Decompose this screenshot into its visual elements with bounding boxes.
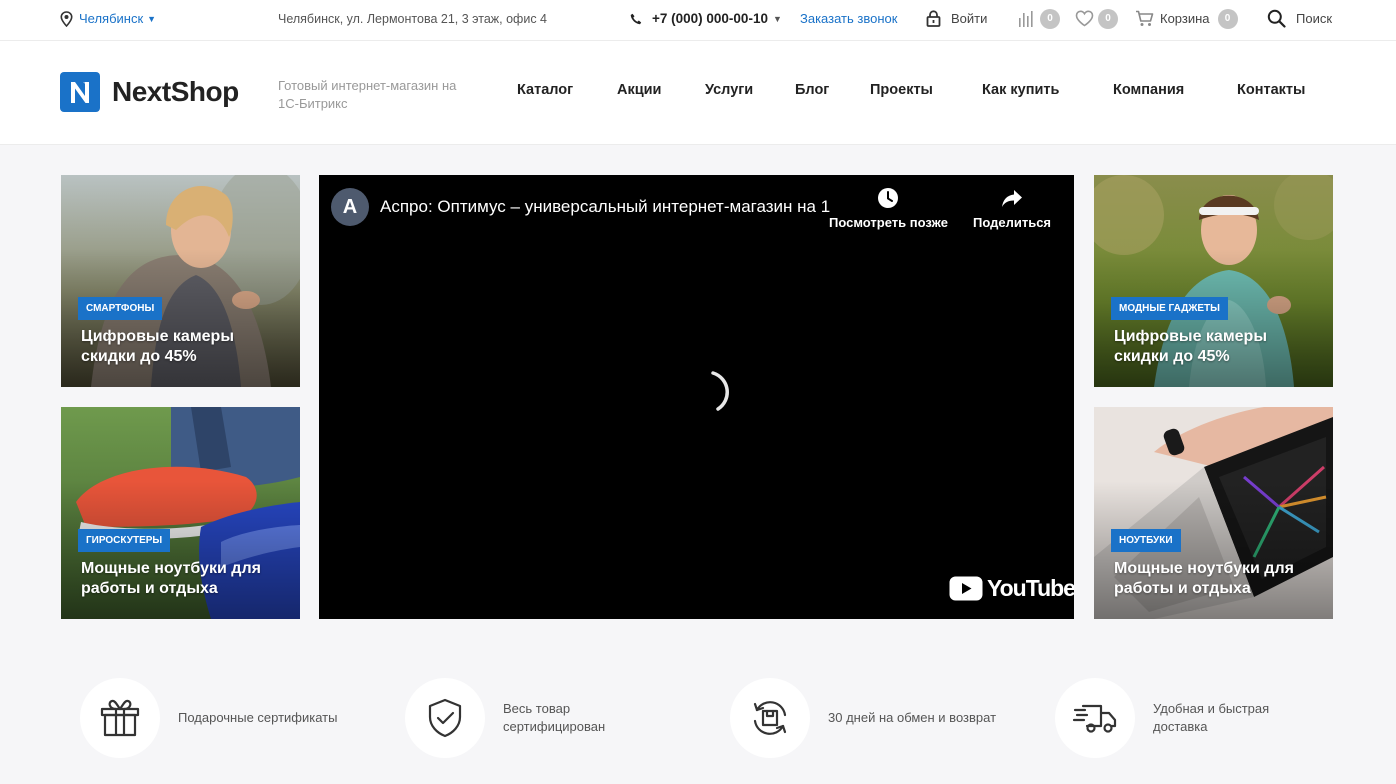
logo-mark-icon xyxy=(60,72,100,112)
phone-selector[interactable]: +7 (000) 000-00-10 ▼ xyxy=(630,0,782,37)
login-label: Войти xyxy=(951,11,988,26)
clock-icon xyxy=(878,188,899,208)
share-arrow-icon xyxy=(1002,190,1023,207)
search-button[interactable]: Поиск xyxy=(1267,0,1332,37)
compare-count-badge: 0 xyxy=(1040,8,1060,29)
nav-item-promotions[interactable]: Акции xyxy=(617,82,661,104)
share-button[interactable]: Поделиться xyxy=(973,187,1051,230)
feature-text: Весь товар сертифицирован xyxy=(503,701,606,734)
watch-later-label: Посмотреть позже xyxy=(829,215,948,230)
cart-button[interactable]: Корзина 0 xyxy=(1135,0,1238,37)
feature-text: 30 дней на обмен и возврат xyxy=(828,710,997,725)
channel-avatar[interactable]: A xyxy=(331,188,369,226)
cart-label: Корзина xyxy=(1160,11,1210,26)
banner-hoverboards[interactable]: ГИРОСКУТЕРЫ Мощные ноутбуки для работы и… xyxy=(61,407,300,619)
callback-link[interactable]: Заказать звонок xyxy=(800,0,897,37)
banner-fashion-gadgets[interactable]: МОДНЫЕ ГАДЖЕТЫ Цифровые камеры скидки до… xyxy=(1094,175,1333,387)
feature-exchange-return: 30 дней на обмен и возврат xyxy=(730,678,996,758)
store-address: Челябинск, ул. Лермонтова 21, 3 этаж, оф… xyxy=(278,11,547,26)
city-name: Челябинск xyxy=(79,11,144,26)
banner-smartphones[interactable]: СМАРТФОНЫ Цифровые камеры скидки до 45% xyxy=(61,175,300,387)
cart-icon xyxy=(1136,10,1154,26)
feature-certified-goods: Весь товар сертифицирован xyxy=(405,678,643,758)
youtube-logo[interactable]: YouTube xyxy=(949,575,1074,602)
loading-spinner-icon xyxy=(711,371,729,411)
nav-item-how-to-buy[interactable]: Как купить xyxy=(982,82,1059,104)
favorites-count-badge: 0 xyxy=(1098,8,1118,29)
nav-item-contacts[interactable]: Контакты xyxy=(1237,82,1305,104)
city-selector[interactable]: Челябинск ▼ xyxy=(60,0,156,37)
search-icon xyxy=(1267,9,1286,28)
chevron-down-icon: ▼ xyxy=(772,13,782,24)
search-label: Поиск xyxy=(1296,11,1333,26)
banner-category-tag: СМАРТФОНЫ xyxy=(78,297,163,320)
favorites-button[interactable]: 0 xyxy=(1075,0,1118,37)
banner-category-tag: ГИРОСКУТЕРЫ xyxy=(78,529,171,552)
nav-item-services[interactable]: Услуги xyxy=(705,82,753,104)
top-bar: Челябинск ▼ Челябинск, ул. Лермонтова 21… xyxy=(0,0,1396,41)
banner-category-tag: МОДНЫЕ ГАДЖЕТЫ xyxy=(1111,297,1228,320)
banner-caption: Мощные ноутбуки для работы и отдыха xyxy=(1114,560,1294,597)
banner-category-tag: НОУТБУКИ xyxy=(1111,529,1181,552)
feature-gift-certificates: Подарочные сертификаты xyxy=(80,678,337,758)
share-label: Поделиться xyxy=(973,215,1052,230)
lock-icon xyxy=(926,10,941,27)
cart-count-badge: 0 xyxy=(1217,8,1238,29)
exchange-icon xyxy=(753,701,787,735)
banner-laptops[interactable]: НОУТБУКИ Мощные ноутбуки для работы и от… xyxy=(1094,407,1333,619)
truck-icon xyxy=(1072,704,1117,733)
logo-text: NextShop xyxy=(112,76,239,107)
banner-caption: Цифровые камеры скидки до 45% xyxy=(1114,328,1267,365)
youtube-play-icon xyxy=(949,576,983,601)
heart-icon xyxy=(1075,10,1094,27)
feature-text: Удобная и быстрая доставка xyxy=(1153,701,1270,734)
video-title[interactable]: Аспро: Оптимус – универсальный интернет-… xyxy=(380,197,830,217)
nav-item-company[interactable]: Компания xyxy=(1113,82,1184,104)
phone-icon xyxy=(630,13,642,24)
feature-fast-delivery: Удобная и быстрая доставка xyxy=(1055,678,1293,758)
main-header: NextShop Готовый интернет-магазин на 1С-… xyxy=(0,41,1396,145)
phone-number: +7 (000) 000-00-10 xyxy=(652,11,768,26)
banner-caption: Цифровые камеры скидки до 45% xyxy=(81,328,234,365)
site-slogan: Готовый интернет-магазин на 1С-Битрикс xyxy=(278,78,457,111)
chevron-down-icon: ▼ xyxy=(147,13,157,24)
site-logo[interactable]: NextShop xyxy=(60,72,239,112)
youtube-wordmark: YouTube xyxy=(987,575,1074,601)
watch-later-button[interactable]: Посмотреть позже xyxy=(829,187,948,230)
shield-check-icon xyxy=(428,698,462,738)
compare-button[interactable]: 0 xyxy=(1018,0,1060,37)
nav-item-projects[interactable]: Проекты xyxy=(870,82,933,104)
compare-bars-icon xyxy=(1019,10,1033,27)
feature-text: Подарочные сертификаты xyxy=(178,710,338,725)
login-link[interactable]: Войти xyxy=(926,0,987,37)
banner-caption: Мощные ноутбуки для работы и отдыха xyxy=(81,560,261,597)
youtube-video-player[interactable]: A Аспро: Оптимус – универсальный интерне… xyxy=(319,175,1074,619)
nav-item-catalog[interactable]: Каталог xyxy=(517,82,573,104)
gift-icon xyxy=(100,699,140,737)
location-pin-icon xyxy=(60,10,73,27)
nav-item-blog[interactable]: Блог xyxy=(795,82,829,104)
